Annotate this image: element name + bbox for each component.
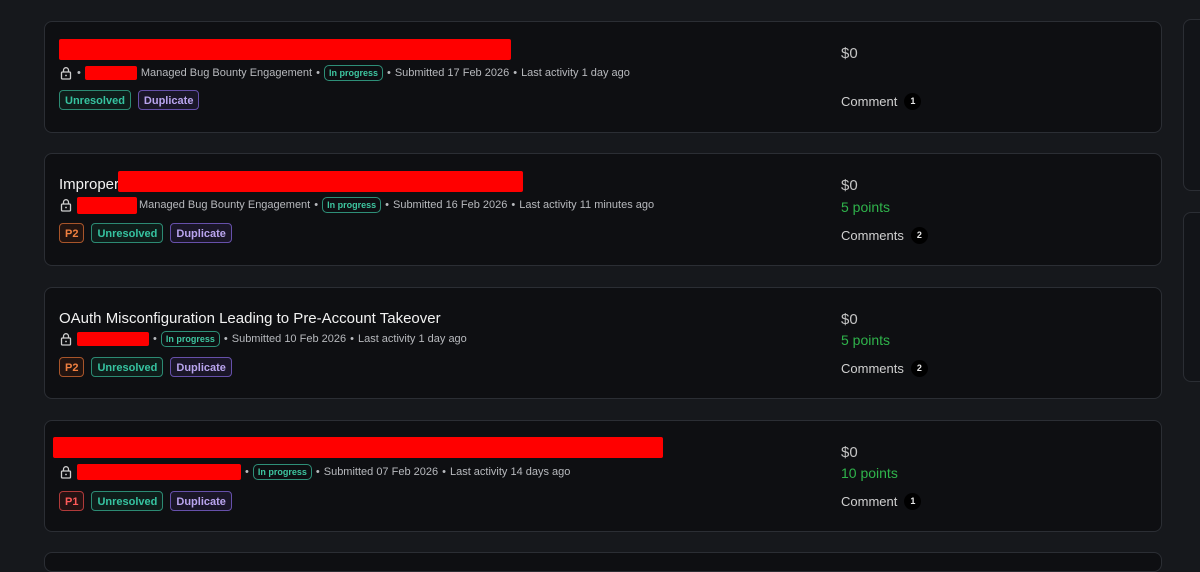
comments-label: Comment: [841, 494, 898, 509]
status-badge: In progress: [322, 197, 382, 213]
lock-icon: [60, 333, 72, 346]
report-meta: • Managed Bug Bounty Engagement • In pro…: [59, 64, 630, 82]
comments-label: Comments: [841, 361, 904, 376]
priority-badge: P2: [59, 357, 85, 377]
state-badge: Unresolved: [91, 357, 164, 377]
report-title[interactable]: OAuth Misconfiguration Leading to Pre-Ac…: [59, 310, 441, 327]
points-awarded: 10 points: [841, 465, 898, 481]
redacted-title: [59, 39, 511, 60]
report-tags: P1 Unresolved Duplicate: [59, 491, 232, 511]
priority-badge: P2: [59, 223, 85, 243]
separator: •: [245, 466, 249, 478]
submitted-date: Submitted 16 Feb 2026: [392, 199, 508, 211]
comments-count: 1: [904, 93, 922, 110]
side-panel: [1183, 19, 1200, 191]
report-card[interactable]: • Managed Bug Bounty Engagement • In pro…: [44, 21, 1162, 133]
state-badge: Unresolved: [91, 223, 164, 243]
last-activity: Last activity 11 minutes ago: [519, 199, 655, 211]
comments-link[interactable]: Comments 2: [841, 360, 928, 377]
submitted-date: Submitted 07 Feb 2026: [323, 466, 439, 478]
separator: •: [513, 67, 518, 79]
redacted-title: [118, 171, 523, 192]
lock-icon: [60, 67, 72, 80]
status-badge: In progress: [160, 331, 220, 347]
bounty-amount: $0: [841, 311, 858, 328]
report-tags: Unresolved Duplicate: [59, 90, 200, 110]
state-badge: Unresolved: [91, 491, 164, 511]
state-badge: Unresolved: [59, 90, 131, 110]
points-awarded: 5 points: [841, 332, 891, 348]
report-tags: P2 Unresolved Duplicate: [59, 223, 232, 243]
report-card[interactable]: • In progress • Submitted 07 Feb 2026 • …: [44, 420, 1162, 532]
separator: •: [316, 67, 320, 79]
last-activity: Last activity 1 day ago: [357, 333, 467, 345]
separator: •: [153, 333, 157, 345]
side-panel: [1183, 212, 1200, 382]
separator: •: [314, 199, 319, 211]
report-card-partial[interactable]: [44, 552, 1162, 572]
separator: •: [442, 466, 446, 478]
redacted-title: [53, 437, 663, 458]
redacted-program: [77, 196, 137, 214]
bounty-amount: $0: [841, 45, 858, 62]
comments-count: 2: [910, 227, 928, 244]
last-activity: Last activity 1 day ago: [521, 67, 630, 79]
report-title[interactable]: Improper: [59, 176, 119, 193]
bounty-amount: $0: [841, 177, 858, 194]
substate-badge: Duplicate: [170, 491, 232, 511]
comments-link[interactable]: Comments 2: [841, 227, 928, 244]
report-card[interactable]: OAuth Misconfiguration Leading to Pre-Ac…: [44, 287, 1162, 399]
report-tags: P2 Unresolved Duplicate: [59, 357, 232, 377]
comments-link[interactable]: Comment 1: [841, 93, 922, 110]
redacted-program: [84, 66, 137, 80]
separator: •: [350, 333, 354, 345]
bounty-amount: $0: [841, 444, 858, 461]
substate-badge: Duplicate: [170, 357, 232, 377]
program-name[interactable]: Managed Bug Bounty Engagement: [141, 67, 312, 79]
separator: •: [223, 333, 228, 345]
submitted-date: Submitted 10 Feb 2026: [231, 333, 347, 345]
separator: •: [511, 199, 516, 211]
status-badge: In progress: [323, 65, 383, 81]
separator: •: [385, 199, 389, 211]
report-card[interactable]: Improper Managed Bug Bounty Engagement •…: [44, 153, 1162, 266]
comments-label: Comment: [841, 94, 898, 109]
report-meta: Managed Bug Bounty Engagement • In progr…: [59, 196, 654, 214]
redacted-program: [77, 332, 149, 346]
comments-count: 1: [904, 493, 922, 510]
status-badge: In progress: [252, 464, 312, 480]
report-meta: • In progress • Submitted 07 Feb 2026 • …: [59, 463, 570, 481]
separator: •: [386, 67, 391, 79]
priority-badge: P1: [59, 491, 85, 511]
comments-label: Comments: [841, 228, 904, 243]
separator: •: [315, 466, 320, 478]
submitted-date: Submitted 17 Feb 2026: [394, 67, 510, 79]
points-awarded: 5 points: [841, 199, 891, 215]
last-activity: Last activity 14 days ago: [449, 466, 571, 478]
substate-badge: Duplicate: [170, 223, 232, 243]
report-meta: • In progress • Submitted 10 Feb 2026 • …: [59, 330, 467, 348]
lock-icon: [60, 466, 72, 479]
comments-link[interactable]: Comment 1: [841, 493, 922, 510]
redacted-program: [77, 464, 241, 480]
substate-badge: Duplicate: [137, 90, 200, 110]
lock-icon: [60, 199, 72, 212]
separator: •: [77, 67, 81, 79]
program-name[interactable]: Managed Bug Bounty Engagement: [139, 199, 310, 211]
comments-count: 2: [910, 360, 928, 377]
